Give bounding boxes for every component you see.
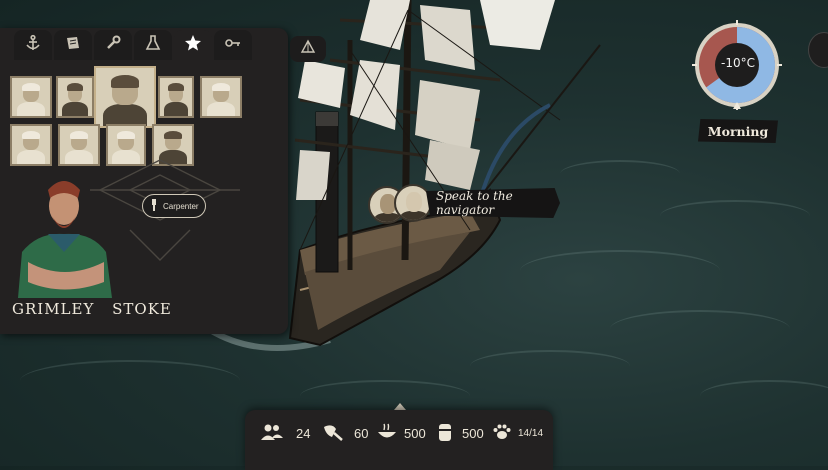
- tab-anchor[interactable]: [14, 30, 52, 60]
- crew-count: 24: [296, 425, 311, 441]
- crew-portrait[interactable]: [56, 76, 94, 118]
- anchor-icon: [24, 34, 42, 57]
- resource-crew[interactable]: [260, 422, 284, 444]
- character-portrait: [18, 181, 112, 298]
- tab-favorites[interactable]: [174, 30, 212, 60]
- star-icon: [184, 34, 202, 57]
- navigator-portrait[interactable]: [394, 184, 432, 222]
- navigation-button[interactable]: [290, 36, 326, 62]
- food-count: 500: [404, 425, 426, 441]
- animal-count: 14/14: [518, 427, 544, 439]
- map-scroll-icon: [64, 34, 82, 57]
- resource-crew-value: 24: [296, 422, 310, 444]
- resource-expand-arrow[interactable]: [394, 403, 406, 410]
- meat-icon: [322, 423, 344, 444]
- resource-meat-value: 60: [354, 422, 368, 444]
- flask-icon: [144, 34, 162, 57]
- food-bowl-icon: [376, 423, 398, 444]
- fuel-barrel-icon: [436, 422, 454, 445]
- tab-map[interactable]: [54, 30, 92, 60]
- carpenter-icon: [149, 199, 159, 213]
- wrench-icon: [104, 34, 122, 57]
- key-icon: [224, 34, 242, 57]
- resource-fuel[interactable]: [436, 422, 454, 444]
- meat-count: 60: [354, 425, 369, 441]
- crew-tab-bar: [14, 30, 290, 62]
- crew-portrait[interactable]: [10, 124, 52, 166]
- crew-portrait[interactable]: [10, 76, 52, 118]
- paw-icon: [492, 423, 512, 444]
- resource-food[interactable]: [376, 422, 398, 444]
- navigation-icon: [300, 39, 316, 60]
- role-label: Carpenter: [163, 201, 199, 211]
- tab-tools[interactable]: [94, 30, 132, 60]
- resource-meat[interactable]: [322, 422, 344, 444]
- character-name: GRIMLEY STOKE: [12, 300, 172, 318]
- crew-portrait-selected[interactable]: [94, 66, 156, 128]
- resource-fuel-value: 500: [462, 422, 484, 444]
- role-badge[interactable]: Carpenter: [142, 194, 206, 218]
- crew-portrait[interactable]: [158, 76, 194, 118]
- temperature-value: -10°C: [721, 56, 755, 70]
- tab-keys[interactable]: [214, 30, 252, 60]
- tab-science[interactable]: [134, 30, 172, 60]
- fuel-count: 500: [462, 425, 484, 441]
- time-of-day: Morning: [698, 119, 778, 143]
- resource-food-value: 500: [404, 422, 426, 444]
- crew-icon: [260, 423, 284, 444]
- resource-animals[interactable]: 14/14: [492, 422, 543, 444]
- speak-to-navigator-button[interactable]: Speak to the navigator: [426, 188, 560, 218]
- crew-portrait[interactable]: [200, 76, 242, 118]
